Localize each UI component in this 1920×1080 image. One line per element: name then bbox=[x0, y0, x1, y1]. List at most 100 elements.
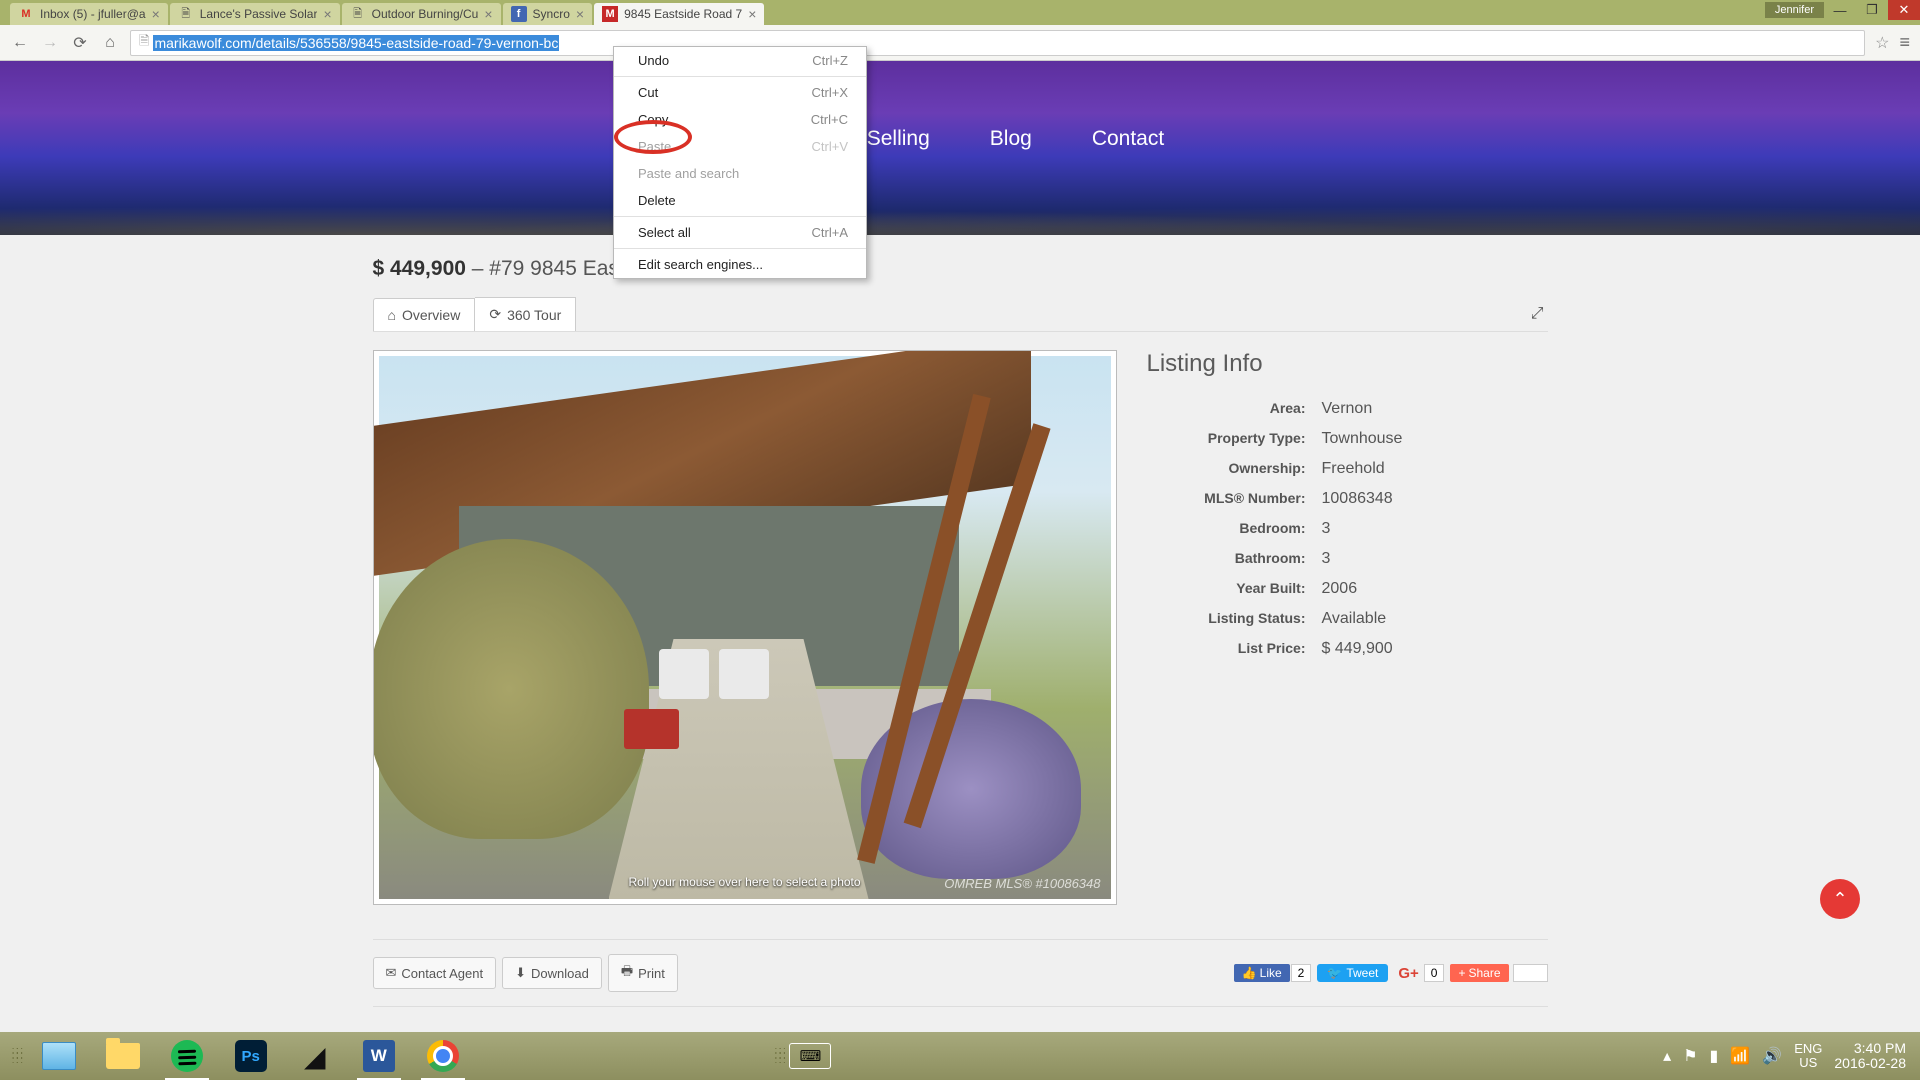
gmail-icon: M bbox=[18, 6, 34, 22]
tray-network-icon[interactable]: 📶 bbox=[1730, 1046, 1750, 1066]
label-property-type: Property Type: bbox=[1147, 430, 1322, 448]
separator bbox=[614, 76, 866, 77]
site-icon: M bbox=[602, 6, 618, 22]
forward-icon[interactable]: → bbox=[40, 33, 60, 53]
home-icon: ⌂ bbox=[388, 307, 396, 323]
tray-flag-icon[interactable]: ⚑ bbox=[1683, 1046, 1697, 1066]
url-text: marikawolf.com/details/536558/9845-easts… bbox=[153, 35, 559, 51]
taskbar-photoshop[interactable]: Ps bbox=[225, 1035, 277, 1077]
browser-tab-1[interactable]: 🗎 Lance's Passive Solar × bbox=[170, 3, 340, 25]
close-icon[interactable]: × bbox=[576, 6, 584, 22]
close-icon[interactable]: × bbox=[323, 6, 331, 22]
photo-watermark: OMREB MLS® #10086348 bbox=[944, 876, 1100, 891]
photo-caption: Roll your mouse over here to select a ph… bbox=[628, 875, 860, 889]
hero-banner: Buying and Selling Blog Contact bbox=[0, 61, 1920, 235]
tab-title: Syncro bbox=[533, 7, 570, 21]
label-bedroom: Bedroom: bbox=[1147, 520, 1322, 538]
listing-header: $ 449,900 – #79 9845 Eas bbox=[373, 235, 1548, 297]
browser-tab-2[interactable]: 🗎 Outdoor Burning/Cu × bbox=[342, 3, 501, 25]
scroll-top-button[interactable]: ⌃ bbox=[1820, 879, 1860, 919]
print-button[interactable]: 🖶Print bbox=[608, 954, 678, 992]
nav-contact[interactable]: Contact bbox=[1092, 127, 1164, 151]
menu-icon[interactable]: ≡ bbox=[1899, 32, 1910, 53]
nav-blog[interactable]: Blog bbox=[990, 127, 1032, 151]
taskbar-drag-handle[interactable]: ∷∷∷∷∷∷ bbox=[775, 1049, 784, 1064]
bookmark-icon[interactable]: ☆ bbox=[1875, 33, 1889, 53]
twitter-icon: 🐦 bbox=[1327, 966, 1342, 980]
print-icon: 🖶 bbox=[621, 962, 633, 984]
context-copy[interactable]: CopyCtrl+C bbox=[614, 106, 866, 133]
label-year-built: Year Built: bbox=[1147, 580, 1322, 598]
envelope-icon: ✉ bbox=[386, 965, 397, 981]
tab-overview[interactable]: ⌂ Overview bbox=[373, 298, 476, 331]
chrome-user-badge[interactable]: Jennifer bbox=[1765, 2, 1824, 18]
taskbar-explorer[interactable] bbox=[97, 1035, 149, 1077]
taskbar-word[interactable]: W bbox=[353, 1035, 405, 1077]
minimize-button[interactable]: — bbox=[1824, 0, 1856, 20]
close-icon[interactable]: × bbox=[484, 6, 492, 22]
tweet-button[interactable]: 🐦Tweet bbox=[1317, 964, 1388, 982]
reload-icon[interactable]: ⟳ bbox=[70, 33, 90, 53]
listing-price: $ 449,900 bbox=[373, 257, 466, 280]
tray-volume-icon[interactable]: 🔊 bbox=[1762, 1046, 1782, 1066]
context-select-all[interactable]: Select allCtrl+A bbox=[614, 219, 866, 246]
label-status: Listing Status: bbox=[1147, 610, 1322, 628]
window-controls: Jennifer — ❐ ✕ bbox=[1765, 0, 1920, 20]
listing-tabs: ⌂ Overview ⟳ 360 Tour ⤢ bbox=[373, 297, 1548, 332]
taskbar-app[interactable]: ◢ bbox=[289, 1035, 341, 1077]
context-menu: UndoCtrl+Z CutCtrl+X CopyCtrl+C PasteCtr… bbox=[613, 46, 867, 279]
taskbar-taskmanager[interactable] bbox=[33, 1035, 85, 1077]
maximize-button[interactable]: ❐ bbox=[1856, 0, 1888, 20]
address-bar[interactable]: 🗎 marikawolf.com/details/536558/9845-eas… bbox=[130, 30, 1865, 56]
thumbs-up-icon: 👍 bbox=[1242, 966, 1257, 980]
value-area: Vernon bbox=[1322, 400, 1373, 418]
context-cut[interactable]: CutCtrl+X bbox=[614, 79, 866, 106]
facebook-like[interactable]: 👍Like 2 bbox=[1234, 964, 1312, 982]
label-mls: MLS® Number: bbox=[1147, 490, 1322, 508]
download-button[interactable]: ⬇Download bbox=[502, 957, 602, 989]
label-area: Area: bbox=[1147, 400, 1322, 418]
label-list-price: List Price: bbox=[1147, 640, 1322, 658]
tab-360-tour[interactable]: ⟳ 360 Tour bbox=[475, 297, 576, 331]
tray-chevron-up-icon[interactable]: ▴ bbox=[1663, 1046, 1671, 1066]
context-delete[interactable]: Delete bbox=[614, 187, 866, 214]
tab-title: Outdoor Burning/Cu bbox=[372, 7, 479, 21]
language-indicator[interactable]: ENGUS bbox=[1794, 1042, 1822, 1070]
plus-icon: + bbox=[1458, 966, 1465, 980]
contact-agent-button[interactable]: ✉Contact Agent bbox=[373, 957, 497, 989]
browser-tab-3[interactable]: f Syncro × bbox=[503, 3, 593, 25]
context-paste-search: Paste and search bbox=[614, 160, 866, 187]
tray-battery-icon[interactable]: ▮ bbox=[1710, 1046, 1719, 1066]
close-icon[interactable]: × bbox=[152, 6, 160, 22]
back-icon[interactable]: ← bbox=[10, 33, 30, 53]
tab-title: Inbox (5) - jfuller@a bbox=[40, 7, 146, 21]
page-viewport: Buying and Selling Blog Contact $ 449,90… bbox=[0, 61, 1920, 1044]
page-info-icon[interactable]: 🗎 bbox=[139, 32, 149, 54]
context-undo[interactable]: UndoCtrl+Z bbox=[614, 47, 866, 74]
action-bar: ✉Contact Agent ⬇Download 🖶Print 👍Like 2 … bbox=[373, 939, 1548, 1007]
clock[interactable]: 3:40 PM2016-02-28 bbox=[1834, 1041, 1906, 1071]
expand-icon[interactable]: ⤢ bbox=[1531, 305, 1548, 323]
site-nav: Buying and Selling Blog Contact bbox=[0, 61, 1920, 151]
taskbar-drag-handle[interactable]: ∷∷∷∷∷∷ bbox=[12, 1049, 21, 1064]
social-share: 👍Like 2 🐦Tweet G+ 0 +Share bbox=[1234, 964, 1548, 982]
google-plus[interactable]: G+ 0 bbox=[1394, 964, 1444, 982]
on-screen-keyboard-icon[interactable]: ⌨ bbox=[789, 1043, 831, 1069]
browser-tab-4[interactable]: M 9845 Eastside Road 7 × bbox=[594, 3, 764, 25]
label-bathroom: Bathroom: bbox=[1147, 550, 1322, 568]
share-count bbox=[1513, 964, 1548, 982]
listing-photo[interactable]: Roll your mouse over here to select a ph… bbox=[373, 350, 1117, 905]
close-button[interactable]: ✕ bbox=[1888, 0, 1920, 20]
gplus-icon: G+ bbox=[1394, 965, 1422, 982]
share-button[interactable]: +Share bbox=[1450, 964, 1508, 982]
taskbar-chrome[interactable] bbox=[417, 1035, 469, 1077]
value-bedroom: 3 bbox=[1322, 520, 1331, 538]
close-icon[interactable]: × bbox=[748, 6, 756, 22]
facebook-icon: f bbox=[511, 6, 527, 22]
browser-tab-0[interactable]: M Inbox (5) - jfuller@a × bbox=[10, 3, 168, 25]
facebook-count: 2 bbox=[1291, 964, 1312, 982]
value-property-type: Townhouse bbox=[1322, 430, 1403, 448]
taskbar-spotify[interactable] bbox=[161, 1035, 213, 1077]
context-edit-search-engines[interactable]: Edit search engines... bbox=[614, 251, 866, 278]
home-icon[interactable]: ⌂ bbox=[100, 33, 120, 53]
